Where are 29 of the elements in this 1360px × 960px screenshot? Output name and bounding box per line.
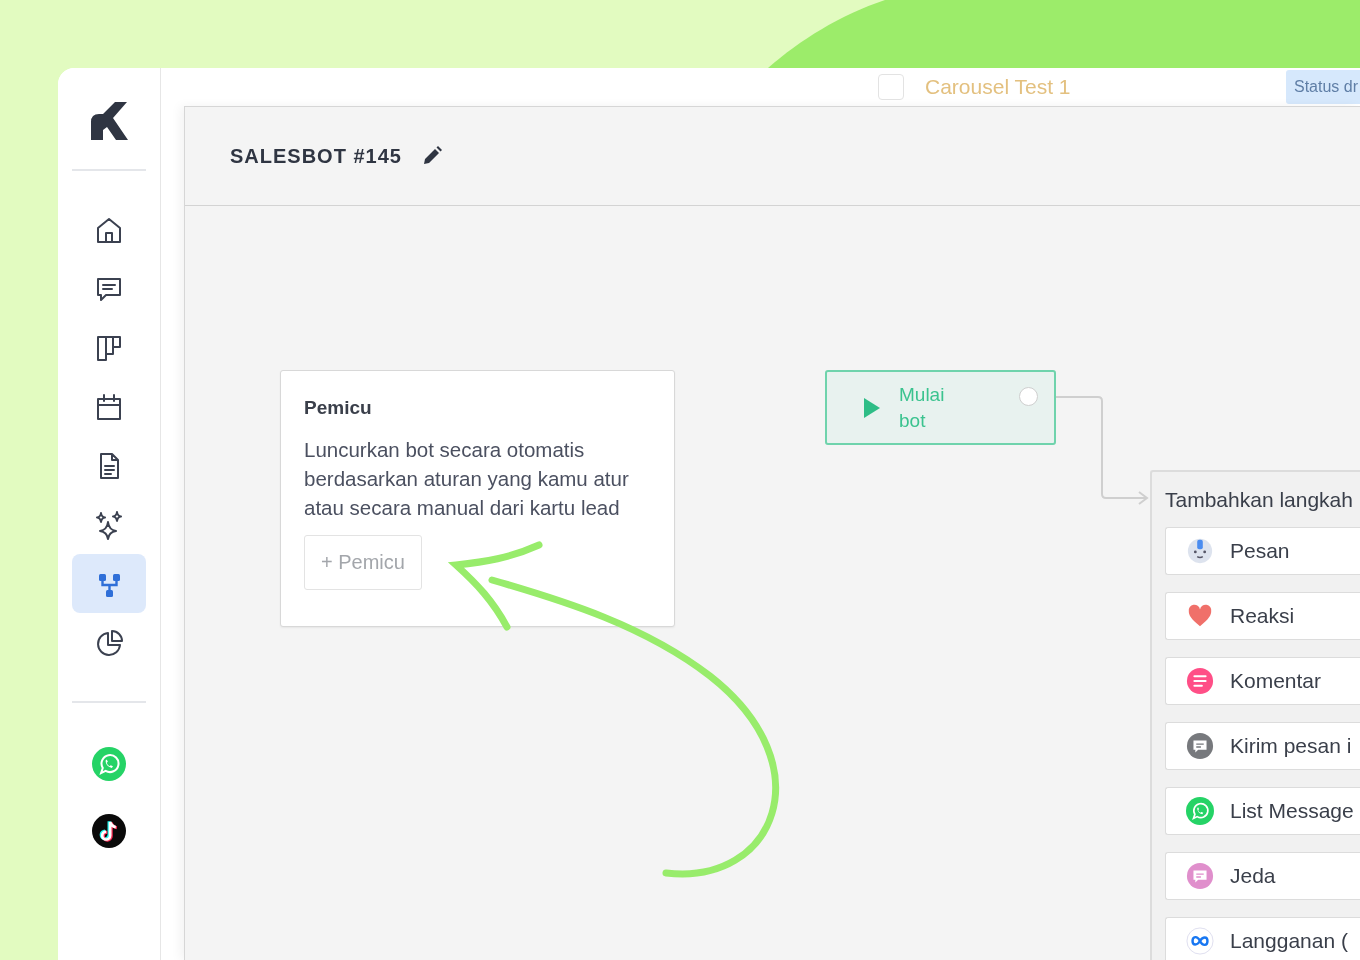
tiktok-icon — [92, 814, 126, 848]
card-description: Luncurkan bot secara otomatis berdasarkan aturan yang kamu atur atau secara manual dari kartu lead — [304, 437, 630, 521]
step-option[interactable]: Jeda — [1165, 852, 1360, 900]
pie-chart-icon — [94, 627, 124, 658]
message-icon — [1186, 732, 1214, 760]
sparkles-icon — [94, 509, 124, 540]
infinity-icon — [1186, 927, 1214, 955]
edit-icon[interactable] — [421, 146, 442, 166]
step-option[interactable]: Reaksi — [1165, 592, 1360, 640]
status-badge: Status dr — [1285, 70, 1360, 104]
calendar-icon — [94, 391, 124, 422]
step-option[interactable]: Kirim pesan i — [1165, 722, 1360, 770]
message-icon — [1186, 862, 1214, 890]
list-item-title: Carousel Test 1 — [925, 75, 1071, 99]
play-icon — [863, 396, 881, 419]
step-option[interactable]: Pesan — [1165, 527, 1360, 575]
panel-title: Tambahkan langkah — [1165, 488, 1354, 512]
whatsapp-icon — [92, 747, 126, 781]
whatsapp-icon — [1186, 797, 1214, 825]
robot-icon — [1186, 537, 1214, 565]
step-option[interactable]: Komentar — [1165, 657, 1360, 705]
step-option[interactable]: List Message — [1165, 787, 1360, 835]
checkbox[interactable] — [878, 74, 904, 100]
node-label: Mulai bot — [899, 382, 946, 433]
logo-icon — [89, 100, 129, 142]
comment-icon — [1186, 667, 1214, 695]
bot-title: SALESBOT #145 — [230, 144, 402, 168]
card-title: Pemicu — [304, 397, 373, 419]
step-option[interactable]: Langganan ( — [1165, 917, 1360, 960]
